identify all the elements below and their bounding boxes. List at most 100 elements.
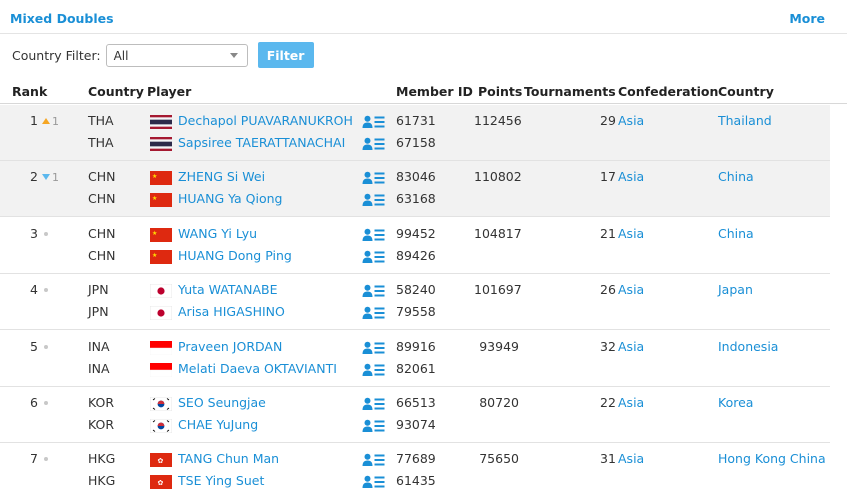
svg-text:★: ★ [152, 230, 157, 237]
confederation-link[interactable]: Asia [618, 395, 644, 410]
svg-text:★: ★ [152, 173, 157, 180]
player-profile-icon[interactable] [362, 137, 386, 151]
player-profile-icon[interactable] [362, 363, 386, 377]
col-header-rank[interactable]: Rank [12, 84, 47, 99]
player-profile-icon[interactable] [362, 171, 386, 185]
col-header-tournaments[interactable]: Tournaments [524, 84, 616, 99]
confederation-link[interactable]: Asia [618, 113, 644, 128]
country-code: JPN [88, 304, 109, 320]
chevron-down-icon [229, 52, 238, 58]
member-id: 61731 [396, 113, 436, 128]
country-link[interactable]: Thailand [718, 113, 772, 128]
rank-change: 1 [51, 171, 59, 185]
dot-icon [43, 344, 48, 349]
col-header-member-id[interactable]: Member ID [396, 84, 473, 99]
col-header-country[interactable]: Country [718, 84, 774, 99]
player-name-link[interactable]: TANG Chun Man [178, 451, 279, 466]
player-profile-icon[interactable] [362, 228, 386, 242]
player-name-link[interactable]: Yuta WATANABE [178, 282, 278, 297]
country-link[interactable]: Indonesia [718, 339, 778, 354]
table-row: 5 INA Praveen JORDAN 89916 INA Melati Daeva O… [0, 331, 830, 387]
col-header-points[interactable]: Points [478, 84, 522, 99]
player-name-link[interactable]: ZHENG Si Wei [178, 169, 265, 184]
rank-cell: 11 [30, 113, 59, 128]
hong-kong-flag-icon: ✿ [150, 475, 172, 490]
indonesia-flag-icon [150, 340, 172, 355]
korea-flag-icon [150, 397, 172, 411]
confederation-link[interactable]: Asia [618, 339, 644, 354]
member-id: 79558 [396, 304, 436, 320]
rank-cell: 3 [30, 226, 48, 241]
hong-kong-flag-icon: ✿ [150, 453, 172, 468]
member-id: 93074 [396, 417, 436, 432]
player-profile-icon[interactable] [362, 341, 386, 355]
country-code: THA [88, 135, 114, 150]
rank-number: 6 [30, 395, 38, 410]
player-name-link[interactable]: Arisa HIGASHINO [178, 304, 285, 319]
country-link[interactable]: China [718, 226, 754, 241]
country-code: CHN [88, 169, 116, 185]
player-name-link[interactable]: Dechapol PUAVARANUKROH [178, 113, 353, 128]
thailand-flag-icon [150, 115, 172, 129]
player-name-link[interactable]: HUANG Dong Ping [178, 248, 292, 263]
member-id: 63168 [396, 191, 436, 207]
country-code: JPN [88, 282, 109, 298]
player-name-link[interactable]: TSE Ying Suet [178, 473, 264, 488]
rank-number: 2 [30, 169, 38, 185]
player-profile-icon[interactable] [362, 453, 386, 467]
table-row: 2 1 CHN ★ ZHENG Si Wei 83046 CHN ★ HUANG Ya Qion… [0, 161, 830, 218]
player-profile-icon[interactable] [362, 115, 386, 129]
tournaments-count: 31 [600, 451, 616, 467]
dot-icon [43, 288, 48, 293]
member-id: 82061 [396, 360, 436, 376]
player-name-link[interactable]: WANG Yi Lyu [178, 226, 257, 241]
player-profile-icon[interactable] [362, 475, 386, 489]
player-profile-icon[interactable] [362, 193, 386, 207]
player-profile-icon[interactable] [362, 250, 386, 264]
dot-icon [43, 457, 48, 462]
player-name-link[interactable]: Praveen JORDAN [178, 339, 282, 354]
col-header-player[interactable]: Player [147, 84, 191, 99]
confederation-link[interactable]: Asia [618, 451, 644, 466]
player-name-link[interactable]: CHAE YuJung [178, 417, 258, 432]
country-link[interactable]: Japan [718, 282, 753, 297]
country-code: KOR [88, 395, 115, 410]
player-name-link[interactable]: Sapsiree TAERATTANACHAI [178, 135, 345, 150]
confederation-link[interactable]: Asia [618, 169, 644, 184]
country-link[interactable]: Korea [718, 395, 753, 410]
rank-number: 4 [30, 282, 38, 298]
rank-cell: 4 [30, 282, 48, 297]
dot-icon [43, 401, 48, 405]
country-code: THA [88, 113, 114, 128]
member-id: 67158 [396, 135, 436, 150]
svg-text:★: ★ [152, 252, 157, 259]
player-profile-icon[interactable] [362, 419, 386, 433]
china-flag-icon: ★ [150, 171, 172, 186]
country-filter-value: All [113, 48, 129, 63]
korea-flag-icon [150, 419, 172, 433]
col-header-country-code[interactable]: Country [88, 84, 144, 99]
section-title[interactable]: Mixed Doubles [10, 11, 114, 26]
country-link[interactable]: China [718, 169, 754, 184]
country-link[interactable]: Hong Kong China [718, 451, 826, 466]
confederation-link[interactable]: Asia [618, 226, 644, 241]
member-id: 89916 [396, 338, 436, 354]
player-name-link[interactable]: Melati Daeva OKTAVIANTI [178, 361, 337, 376]
filter-button[interactable]: Filter [257, 42, 314, 68]
more-link[interactable]: More [789, 11, 825, 26]
triangle-down-icon [41, 174, 50, 181]
player-name-link[interactable]: SEO Seungjae [178, 395, 266, 410]
col-header-confederation[interactable]: Confederation [618, 84, 718, 99]
points-value: 110802 [474, 169, 522, 185]
player-profile-icon[interactable] [362, 284, 386, 298]
confederation-link[interactable]: Asia [618, 282, 644, 297]
points-value: 101697 [474, 282, 522, 298]
country-filter-select[interactable]: All [105, 43, 248, 67]
country-code: KOR [88, 417, 115, 432]
points-value: 93949 [479, 338, 519, 354]
player-name-link[interactable]: HUANG Ya Qiong [178, 191, 282, 206]
player-profile-icon[interactable] [362, 397, 386, 411]
svg-text:✿: ✿ [158, 479, 164, 487]
player-profile-icon[interactable] [362, 306, 386, 320]
indonesia-flag-icon [150, 362, 172, 377]
